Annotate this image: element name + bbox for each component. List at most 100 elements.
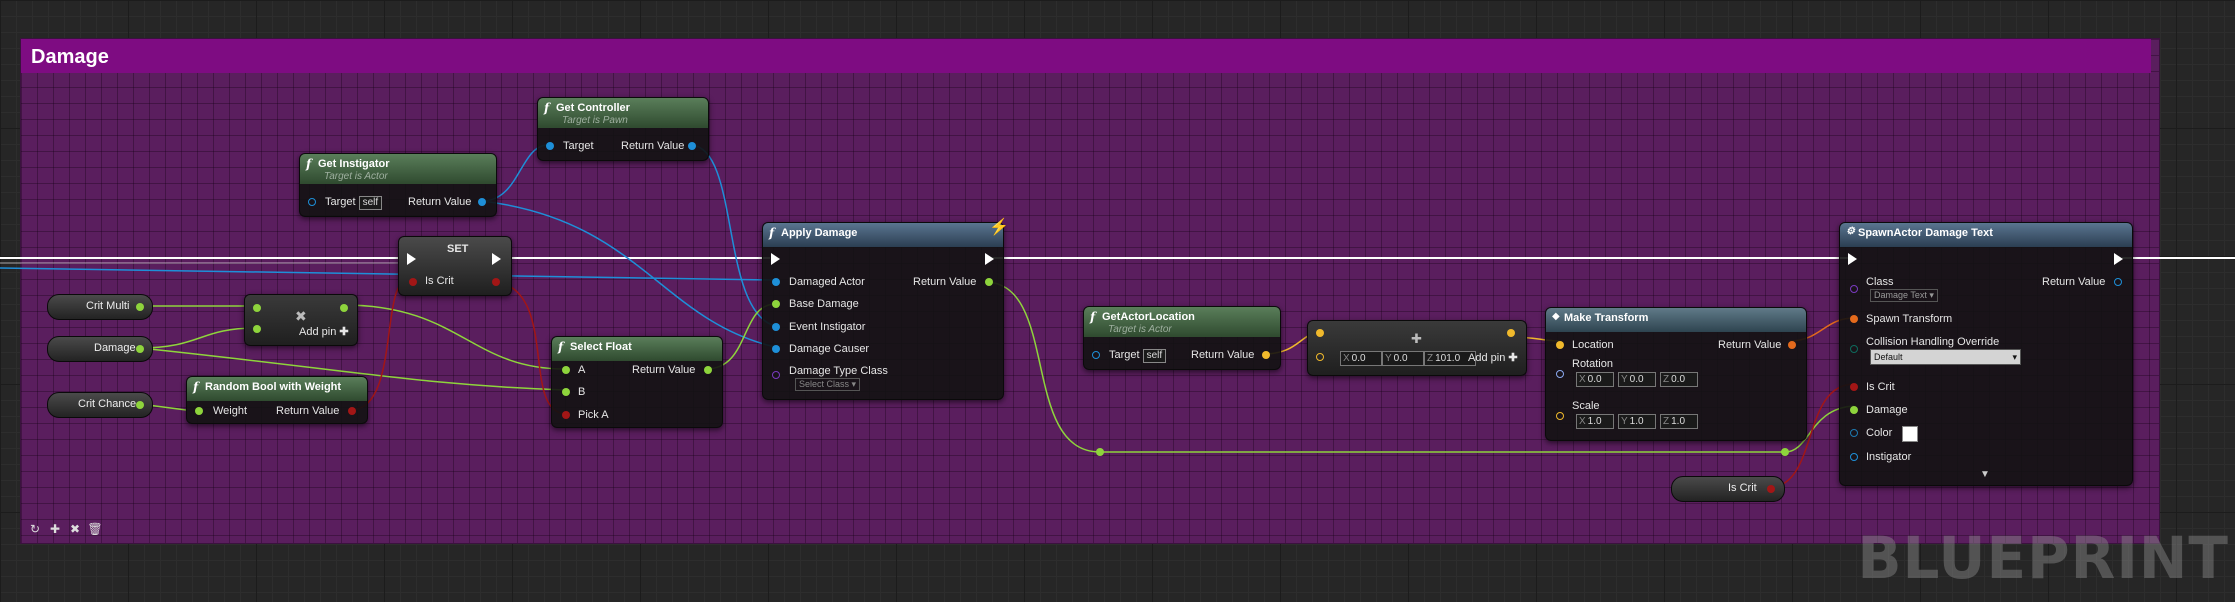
scale-y-field[interactable]: Y 1.0 bbox=[1618, 414, 1656, 429]
exec-out-pin[interactable] bbox=[492, 253, 501, 265]
add-pin-button[interactable]: Add pin ✚ bbox=[299, 325, 349, 338]
add-pin-button[interactable]: Add pin ✚ bbox=[1468, 351, 1518, 364]
object-pin-icon[interactable] bbox=[1092, 351, 1100, 359]
rotator-pin-icon[interactable] bbox=[1556, 370, 1564, 378]
add-pin-label: Add pin bbox=[299, 326, 337, 338]
vector-x-field[interactable]: X 0.0 bbox=[1340, 351, 1382, 366]
node-subtitle: Target is Pawn bbox=[562, 115, 628, 126]
pin-target: Target self bbox=[325, 196, 383, 210]
node-get-instigator[interactable]: f Get Instigator Target is Actor Target s… bbox=[299, 153, 497, 217]
float-pin-icon[interactable] bbox=[772, 300, 780, 308]
node-header: f GetActorLocation Target is Actor bbox=[1084, 307, 1280, 337]
transform-pin-icon[interactable] bbox=[1788, 341, 1796, 349]
node-select-float[interactable]: f Select Float A B Pick A Return Value bbox=[551, 336, 723, 428]
vector-pin-icon[interactable] bbox=[1507, 329, 1515, 337]
damage-type-dropdown[interactable]: Select Class ▾ bbox=[795, 378, 861, 391]
float-pin-icon[interactable] bbox=[136, 303, 144, 311]
vector-pin-icon[interactable] bbox=[1316, 329, 1324, 337]
class-pin-icon[interactable] bbox=[1850, 285, 1858, 293]
color-pin-icon[interactable] bbox=[1850, 429, 1858, 437]
vector-pin-icon[interactable] bbox=[1262, 351, 1270, 359]
variable-crit-chance[interactable]: Crit Chance bbox=[47, 392, 153, 418]
variable-is-crit[interactable]: Is Crit bbox=[1671, 476, 1785, 502]
node-random-bool-with-weight[interactable]: f Random Bool with Weight Weight Return … bbox=[186, 376, 368, 424]
float-pin-icon[interactable] bbox=[136, 345, 144, 353]
object-pin-icon[interactable] bbox=[1850, 453, 1858, 461]
bool-pin-icon[interactable] bbox=[492, 278, 500, 286]
node-add-vector[interactable]: ✚ X 0.0 Y 0.0 Z 101.0 Add pin ✚ bbox=[1307, 320, 1527, 376]
scale-z-field[interactable]: Z 1.0 bbox=[1660, 414, 1698, 429]
object-pin-icon[interactable] bbox=[772, 345, 780, 353]
node-add-float[interactable]: ✖ Add pin ✚ bbox=[244, 294, 358, 346]
class-dropdown[interactable]: Damage Text ▾ bbox=[1870, 289, 1938, 302]
rotation-z-field[interactable]: Z 0.0 bbox=[1660, 372, 1698, 387]
bool-pin-icon[interactable] bbox=[562, 411, 570, 419]
object-pin-icon[interactable] bbox=[688, 142, 696, 150]
pin-color: Color bbox=[1866, 427, 1893, 439]
rotation-y-field[interactable]: Y 0.0 bbox=[1618, 372, 1656, 387]
axis-label: Z bbox=[1663, 374, 1670, 385]
object-pin-icon[interactable] bbox=[2114, 278, 2122, 286]
function-icon: f bbox=[558, 340, 564, 354]
vector-y-field[interactable]: Y 0.0 bbox=[1382, 351, 1424, 366]
node-get-actor-location[interactable]: f GetActorLocation Target is Actor Targe… bbox=[1083, 306, 1281, 370]
bool-pin-icon[interactable] bbox=[1850, 383, 1858, 391]
object-pin-icon[interactable] bbox=[308, 198, 316, 206]
bool-pin-icon[interactable] bbox=[409, 278, 417, 286]
float-pin-icon[interactable] bbox=[253, 325, 261, 333]
float-pin-icon[interactable] bbox=[253, 304, 261, 312]
node-get-controller[interactable]: f Get Controller Target is Pawn Target R… bbox=[537, 97, 709, 161]
node-set-is-crit[interactable]: SET Is Crit bbox=[398, 236, 512, 296]
float-pin-icon[interactable] bbox=[136, 401, 144, 409]
byte-pin-icon[interactable] bbox=[1850, 345, 1858, 353]
node-title: GetActorLocation bbox=[1102, 311, 1195, 323]
rotation-x-field[interactable]: X 0.0 bbox=[1576, 372, 1614, 387]
pin-is-crit: Is Crit bbox=[1866, 381, 1895, 393]
float-pin-icon[interactable] bbox=[562, 366, 570, 374]
node-subtitle: Target is Actor bbox=[1108, 324, 1172, 335]
exec-in-pin[interactable] bbox=[407, 253, 416, 265]
node-apply-damage[interactable]: f Apply Damage ⚡ Damaged Actor Return Va… bbox=[762, 219, 1009, 400]
expand-arrow-icon[interactable]: ▼ bbox=[1980, 469, 1990, 480]
node-make-transform[interactable]: ◆ Make Transform Location Return Value R… bbox=[1545, 307, 1807, 441]
exec-in-pin[interactable] bbox=[771, 253, 780, 265]
object-pin-icon[interactable] bbox=[772, 278, 780, 286]
self-value[interactable]: self bbox=[358, 196, 383, 210]
object-pin-icon[interactable] bbox=[478, 198, 486, 206]
float-pin-icon[interactable] bbox=[562, 388, 570, 396]
object-wire bbox=[0, 267, 776, 281]
bool-pin-icon[interactable] bbox=[1767, 485, 1775, 493]
node-header: f Apply Damage ⚡ bbox=[763, 219, 1009, 247]
blueprint-watermark: BLUEPRINT bbox=[1857, 524, 2229, 592]
object-pin-icon[interactable] bbox=[772, 323, 780, 331]
variable-crit-multi[interactable]: Crit Multi bbox=[47, 294, 153, 320]
vector-pin-icon[interactable] bbox=[1556, 412, 1564, 420]
float-pin-icon[interactable] bbox=[704, 366, 712, 374]
class-pin-icon[interactable] bbox=[772, 371, 780, 379]
node-spawn-actor-damage-text[interactable]: ⚙ SpawnActor Damage Text Class Damage Te… bbox=[1839, 222, 2133, 486]
float-pin-icon[interactable] bbox=[195, 407, 203, 415]
node-title: Select Float bbox=[570, 341, 632, 353]
float-pin-icon[interactable] bbox=[985, 278, 993, 286]
vector-pin-icon[interactable] bbox=[1556, 341, 1564, 349]
float-pin-icon[interactable] bbox=[340, 304, 348, 312]
spawn-icon: ⚙ bbox=[1846, 226, 1855, 237]
exec-in-pin[interactable] bbox=[1848, 253, 1857, 265]
float-wire bbox=[139, 327, 257, 349]
axis-label: Z bbox=[1427, 353, 1434, 364]
variable-damage[interactable]: Damage bbox=[47, 336, 153, 362]
collision-value: Default bbox=[1874, 352, 1903, 362]
vector-pin-icon[interactable] bbox=[1316, 353, 1324, 361]
transform-pin-icon[interactable] bbox=[1850, 315, 1858, 323]
object-pin-icon[interactable] bbox=[546, 142, 554, 150]
pin-return-value: Return Value bbox=[1718, 339, 1782, 351]
exec-out-pin[interactable] bbox=[2114, 253, 2123, 265]
self-value[interactable]: self bbox=[1142, 349, 1167, 363]
color-swatch[interactable] bbox=[1902, 426, 1918, 442]
exec-out-pin[interactable] bbox=[985, 253, 994, 265]
scale-x-field[interactable]: X 1.0 bbox=[1576, 414, 1614, 429]
object-wire bbox=[481, 200, 776, 348]
bool-pin-icon[interactable] bbox=[348, 407, 356, 415]
collision-handling-dropdown[interactable]: Default ▾ bbox=[1870, 349, 2021, 365]
float-pin-icon[interactable] bbox=[1850, 406, 1858, 414]
